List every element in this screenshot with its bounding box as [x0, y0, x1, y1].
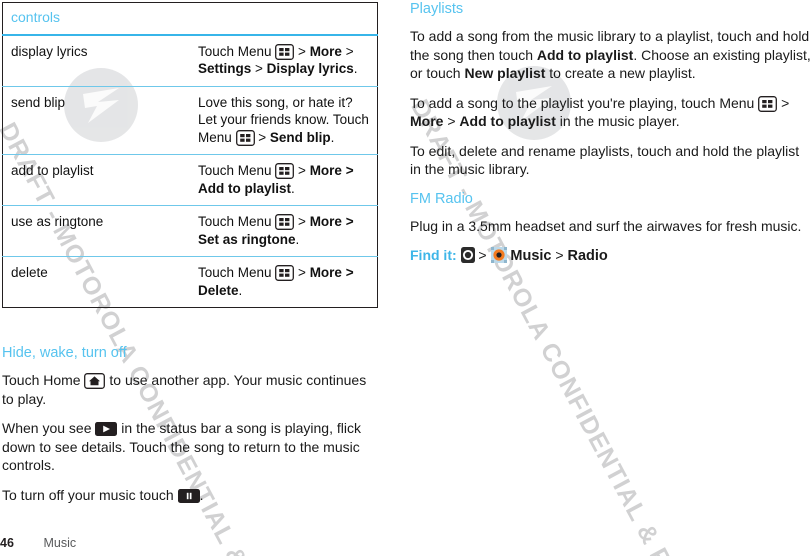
emphasis-text: More: [309, 43, 342, 59]
body-paragraph: To add a song to the playlist you're pla…: [410, 94, 790, 130]
footer-chapter: Music: [43, 536, 77, 550]
emphasis-text: More >: [309, 265, 354, 280]
table-cell-feature: send blip: [11, 94, 66, 110]
table-cell-action: Love this song, or hate it? Let your fri…: [198, 94, 369, 146]
page-number: 46: [0, 536, 14, 550]
controls-table: controls display lyrics Touch Menu > More…: [2, 2, 378, 308]
menu-icon: [235, 129, 255, 146]
home-app-icon: [460, 247, 475, 263]
emphasis-text: More >: [309, 163, 354, 178]
table-row: delete Touch Menu > More > Delete.: [2, 256, 378, 308]
music-app-icon: [490, 247, 507, 263]
table-row: send blip Love this song, or hate it? Let…: [2, 86, 378, 155]
body-paragraph: When you see in the status bar a song is…: [2, 420, 361, 473]
emphasis-text: Send blip: [269, 129, 331, 145]
controls-table-body: display lyrics Touch Menu > More > Settin…: [2, 35, 378, 308]
menu-icon: [275, 163, 295, 179]
emphasis-text: Add to playlist: [459, 113, 556, 129]
emphasis-text: Radio: [567, 248, 608, 264]
menu-icon: [758, 95, 778, 112]
table-cell-feature: add to playlist: [11, 163, 94, 178]
play-status-icon: [95, 422, 118, 436]
table-cell-feature: display lyrics: [11, 43, 88, 59]
emphasis-text: More >: [309, 214, 354, 229]
body-paragraph: To turn off your music touch .: [2, 486, 204, 503]
body-paragraph: To add a song from the music library to …: [410, 28, 811, 81]
section-heading: Playlists: [410, 1, 464, 17]
table-cell-action: Touch Menu > More > Settings > Display l…: [198, 43, 358, 77]
pause-status-icon: [177, 488, 200, 503]
section-heading: FM Radio: [410, 190, 473, 207]
find-it-label: Find it:: [410, 247, 461, 263]
home-icon: [84, 373, 106, 389]
table-row: use as ringtone Touch Menu > More > Set a…: [2, 205, 378, 257]
menu-icon: [275, 43, 295, 60]
emphasis-text: Add to playlist: [536, 46, 634, 63]
right-column-sections: Playlists To add a song from the music li…: [410, 0, 811, 266]
section-heading-hide-wake-turn-off: Hide, wake, turn off: [2, 345, 127, 361]
body-paragraph: Touch Home to use another app. Your musi…: [2, 372, 367, 407]
body-paragraph: Plug in a 3.5mm headset and surf the air…: [410, 217, 802, 234]
content-section: Playlists To add a song from the music li…: [410, 0, 811, 179]
emphasis-text: Set as ringtone: [198, 231, 296, 247]
menu-icon: [275, 214, 295, 230]
emphasis-text: Delete: [198, 282, 239, 298]
right-column: Playlists To add a song from the music li…: [410, 0, 811, 277]
table-cell-action: Touch Menu > More > Delete.: [198, 265, 354, 298]
table-title: controls: [2, 2, 378, 36]
table-cell-feature: delete: [11, 265, 48, 280]
body-paragraph: To edit, delete and rename playlists, to…: [410, 142, 800, 178]
find-it-path: Find it: > Music > Radio: [410, 247, 608, 264]
emphasis-text: Add to playlist: [198, 180, 292, 196]
content-section: FM Radio Plug in a 3.5mm headset and surf…: [410, 190, 811, 266]
table-cell-feature: use as ringtone: [11, 214, 104, 229]
table-header-row: controls: [2, 2, 378, 36]
section-paragraphs: Touch Home to use another app. Your musi…: [2, 371, 374, 504]
emphasis-text: Music: [510, 248, 552, 264]
table-cell-action: Touch Menu > More > Add to playlist.: [198, 163, 354, 196]
menu-icon: [275, 265, 295, 281]
page-footer: 46 Music: [0, 536, 76, 550]
table-row: add to playlist Touch Menu > More > Add t…: [2, 154, 378, 206]
emphasis-text: Settings: [198, 61, 252, 76]
table-row: display lyrics Touch Menu > More > Settin…: [3, 35, 378, 87]
emphasis-text: New playlist: [464, 65, 546, 81]
emphasis-text: More: [410, 113, 444, 129]
hide-wake-turnoff-section: Hide, wake, turn off Touch Home to use a…: [2, 344, 374, 515]
emphasis-text: Display lyrics: [266, 61, 354, 76]
table-cell-action: Touch Menu > More > Set as ringtone.: [198, 214, 354, 247]
